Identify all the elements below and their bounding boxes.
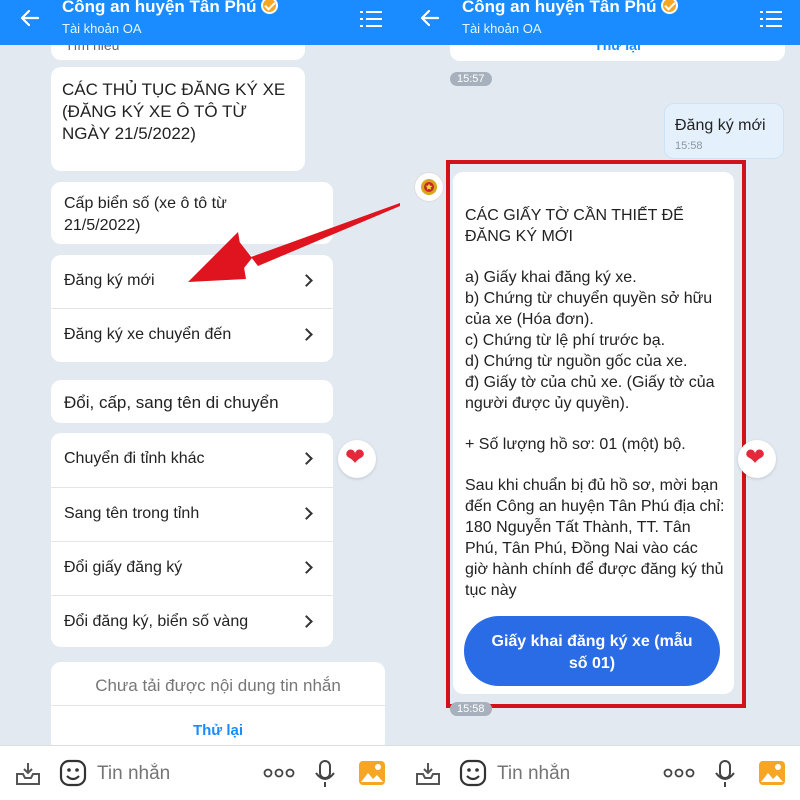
user-message-bubble[interactable]: Đăng ký mới 15:58	[664, 103, 784, 159]
right-screen: Công an huyện Tân Phú Tài khoản OA Thử l…	[400, 0, 800, 800]
inbox-icon[interactable]	[414, 760, 442, 788]
chat-title[interactable]: Công an huyện Tân Phú	[462, 0, 678, 17]
reply-footer: Sau khi chuẩn bị đủ hồ sơ, mời bạn đến C…	[465, 477, 725, 599]
reaction-heart[interactable]: ❤	[338, 440, 376, 478]
user-message-text: Đăng ký mới	[675, 117, 766, 134]
chevron-right-icon	[300, 328, 313, 341]
list-item-doi-giay-dang-ky[interactable]: Đổi giấy đăng ký	[51, 541, 333, 594]
verified-badge-icon	[660, 0, 678, 14]
message-input-bar	[0, 745, 400, 800]
annotation-arrow	[188, 203, 400, 282]
chevron-right-icon	[300, 561, 313, 574]
heart-icon: ❤	[745, 444, 766, 471]
list-item-label: Chuyển đi tỉnh khác	[64, 450, 205, 467]
chevron-right-icon	[300, 615, 313, 628]
more-dots-icon[interactable]	[263, 768, 295, 778]
reply-list-item: c) Chứng từ lệ phí trước bạ.	[465, 332, 666, 349]
microphone-icon[interactable]	[714, 759, 736, 789]
error-text: Chưa tải được nội dung tin nhắn	[95, 676, 341, 695]
message-input[interactable]	[497, 763, 647, 785]
reply-list-item: b) Chứng từ chuyển quyền sở hữu của xe (…	[465, 290, 713, 328]
user-message-time: 15:58	[675, 140, 703, 152]
menu-list-icon[interactable]	[760, 8, 782, 30]
inbox-icon[interactable]	[14, 760, 42, 788]
chevron-right-icon	[300, 507, 313, 520]
reply-list-item: a) Giấy khai đăng ký xe.	[465, 269, 637, 286]
more-dots-icon[interactable]	[663, 768, 695, 778]
section2-list: Chuyển đi tỉnh khác Sang tên trong tỉnh …	[51, 433, 333, 647]
section2-title: Đổi, cấp, sang tên di chuyển	[64, 393, 279, 412]
reply-count: + Số lượng hồ sơ: 01 (một) bộ.	[465, 436, 686, 453]
police-avatar-icon	[421, 179, 437, 195]
message-input-bar	[400, 745, 800, 800]
section2-title-card: Đổi, cấp, sang tên di chuyển	[51, 380, 333, 423]
verified-badge-icon	[260, 0, 278, 14]
reply-title: CÁC GIẤY TỜ CẦN THIẾT ĐỂ ĐĂNG KÝ MỚI	[465, 207, 684, 245]
heart-icon: ❤	[345, 444, 366, 471]
list-item-label: Đổi giấy đăng ký	[64, 559, 183, 576]
timestamp: 15:57	[450, 72, 492, 86]
back-arrow-icon[interactable]	[418, 6, 442, 30]
left-screen: Công an huyện Tân Phú Tài khoản OA Tìm h…	[0, 0, 400, 800]
image-icon[interactable]	[758, 760, 786, 786]
image-icon[interactable]	[358, 760, 386, 786]
bot-reply-body: CÁC GIẤY TỜ CẦN THIẾT ĐỂ ĐĂNG KÝ MỚI a) …	[465, 205, 725, 601]
back-arrow-icon[interactable]	[18, 6, 42, 30]
reply-list-item: d) Chứng từ nguồn gốc của xe.	[465, 353, 688, 370]
reaction-heart[interactable]: ❤	[738, 440, 776, 478]
error-message-card: Chưa tải được nội dung tin nhắn Thử lại	[51, 662, 385, 752]
list-item-chuyen-di-tinh-khac[interactable]: Chuyển đi tỉnh khác	[51, 433, 333, 486]
menu-list-icon[interactable]	[360, 8, 382, 30]
chat-header: Công an huyện Tân Phú Tài khoản OA	[400, 0, 800, 45]
list-item-doi-dang-ky-bien-so-vang[interactable]: Đổi đăng ký, biển số vàng	[51, 595, 333, 648]
bot-reply-card: CÁC GIẤY TỜ CẦN THIẾT ĐỂ ĐĂNG KÝ MỚI a) …	[453, 172, 734, 694]
divider	[51, 705, 385, 706]
list-item-label: Sang tên trong tỉnh	[64, 505, 200, 522]
list-item-sang-ten-trong-tinh[interactable]: Sang tên trong tỉnh	[51, 487, 333, 540]
emoji-icon[interactable]	[458, 758, 488, 788]
timestamp: 15:58	[450, 702, 492, 716]
list-item-label: Đăng ký xe chuyển đến	[64, 326, 232, 343]
retry-button[interactable]: Thử lại	[51, 722, 385, 739]
chat-subtitle: Tài khoản OA	[462, 21, 542, 36]
avatar[interactable]	[414, 172, 444, 202]
chat-title[interactable]: Công an huyện Tân Phú	[62, 0, 278, 17]
message-input[interactable]	[97, 763, 247, 785]
chat-header: Công an huyện Tân Phú Tài khoản OA	[0, 0, 400, 45]
microphone-icon[interactable]	[314, 759, 336, 789]
list-item-label: Đổi đăng ký, biển số vàng	[64, 613, 249, 630]
chat-subtitle: Tài khoản OA	[62, 21, 142, 36]
emoji-icon[interactable]	[58, 758, 88, 788]
reply-list-item: đ) Giấy tờ của chủ xe. (Giấy tờ của ngườ…	[465, 374, 715, 412]
chevron-right-icon	[300, 452, 313, 465]
form-download-button[interactable]: Giấy khai đăng ký xe (mẫu số 01)	[464, 616, 720, 686]
